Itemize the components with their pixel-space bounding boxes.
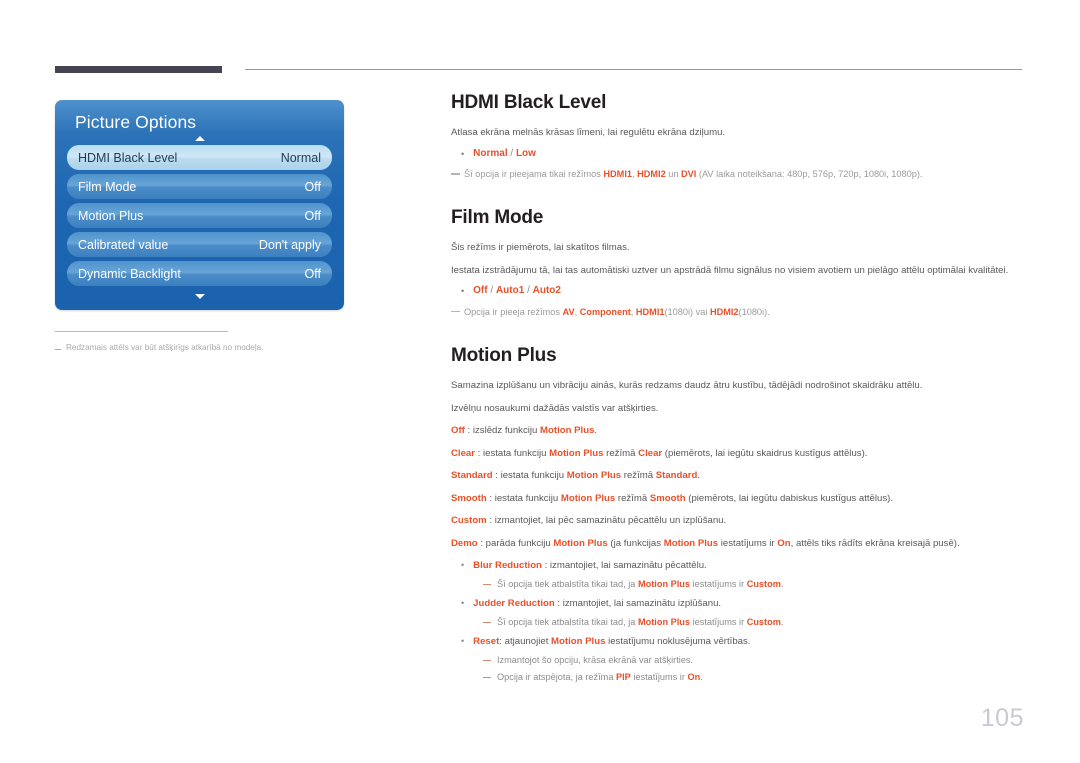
option-list: Normal / Low bbox=[473, 148, 536, 162]
dash-icon bbox=[483, 659, 491, 662]
bullet-dot-icon: • bbox=[461, 148, 465, 159]
option-separator: / bbox=[507, 147, 516, 159]
osd-item-label: Film Mode bbox=[78, 179, 137, 194]
section-title-film-mode: Film Mode bbox=[451, 207, 544, 229]
osd-panel-title: Picture Options bbox=[75, 112, 197, 132]
dash-icon bbox=[55, 349, 61, 350]
footnote-divider bbox=[55, 331, 228, 332]
triangle-down-icon[interactable] bbox=[194, 294, 205, 299]
osd-item-value: Off bbox=[304, 179, 321, 194]
hdmi-black-level-note: Šī opcija ir pieejama tikai režīmos HDMI… bbox=[451, 167, 1023, 181]
osd-item-label: Motion Plus bbox=[78, 208, 144, 223]
dash-icon bbox=[483, 676, 491, 678]
film-mode-description-1: Šis režīms ir piemērots, lai skatītos fi… bbox=[451, 242, 630, 254]
osd-item-value: Don't apply bbox=[258, 237, 321, 252]
osd-menu-list: HDMI Black Level Normal Film Mode Off Mo… bbox=[67, 145, 332, 290]
motion-plus-subitem-reset: • Reset: atjaunojiet Motion Plus iestatī… bbox=[461, 634, 1023, 649]
motion-plus-def-custom: Custom : izmantojiet, lai pēc samazinātu… bbox=[451, 515, 727, 527]
osd-item-value: Off bbox=[304, 266, 321, 281]
note-text: Šī opcija tiek atbalstīta tikai tad, ja … bbox=[497, 578, 784, 589]
dash-icon bbox=[451, 310, 460, 313]
reset-note-2: Opcija ir atspējota, ja režīma PIP iesta… bbox=[483, 670, 1023, 685]
option-list: Off / Auto1 / Auto2 bbox=[473, 285, 561, 297]
bullet-dot-icon: • bbox=[461, 598, 465, 609]
page-number: 105 bbox=[980, 704, 1024, 732]
motion-plus-description-1: Samazina izplūšanu un vibrāciju ainās, k… bbox=[451, 380, 923, 392]
motion-plus-def-demo: Demo : parāda funkciju Motion Plus (ja f… bbox=[451, 537, 960, 549]
osd-item-calibrated-value[interactable]: Calibrated value Don't apply bbox=[67, 232, 332, 257]
note-text: Opcija ir atspējota, ja režīma PIP iesta… bbox=[497, 671, 703, 682]
bullet-dot-icon: • bbox=[461, 286, 465, 297]
motion-plus-subitem-judder-reduction: • Judder Reduction : izmantojiet, lai sa… bbox=[461, 596, 1023, 611]
option-normal: Normal bbox=[473, 147, 508, 159]
option-off: Off bbox=[473, 285, 488, 297]
subitem-text: Blur Reduction : izmantojiet, lai samazi… bbox=[473, 560, 707, 572]
osd-item-label: Calibrated value bbox=[78, 237, 169, 252]
osd-picture-options-panel: Picture Options HDMI Black Level Normal … bbox=[55, 100, 344, 310]
osd-item-value: Normal bbox=[280, 150, 321, 165]
motion-plus-subitem-blur-reduction: • Blur Reduction : izmantojiet, lai sama… bbox=[461, 558, 1023, 573]
osd-item-label: HDMI Black Level bbox=[78, 150, 178, 165]
motion-plus-def-smooth: Smooth : iestata funkciju Motion Plus re… bbox=[451, 492, 894, 504]
osd-item-value: Off bbox=[304, 208, 321, 223]
osd-item-film-mode[interactable]: Film Mode Off bbox=[67, 174, 332, 199]
hdmi-black-level-description: Atlasa ekrāna melnās krāsas līmeni, lai … bbox=[451, 127, 726, 138]
film-mode-description-2: Iestata izstrādājumu tā, lai tas automāt… bbox=[451, 264, 1009, 276]
osd-item-hdmi-black-level[interactable]: HDMI Black Level Normal bbox=[67, 145, 332, 170]
reset-note-1: Izmantojot šo opciju, krāsa ekrānā var a… bbox=[483, 653, 1023, 668]
option-low: Low bbox=[515, 147, 536, 159]
note-text: Izmantojot šo opciju, krāsa ekrānā var a… bbox=[497, 654, 694, 665]
content-column: HDMI Black Level Atlasa ekrāna melnās kr… bbox=[451, 92, 1023, 686]
note-text: Opcija ir pieeja režīmos AV, Component, … bbox=[464, 306, 770, 317]
note-text: Šī opcija ir pieejama tikai režīmos HDMI… bbox=[464, 169, 923, 180]
dash-icon bbox=[451, 173, 460, 175]
dash-icon bbox=[483, 583, 491, 586]
osd-footnote-text: Redzamais attēls var būt atšķirīgs atkar… bbox=[66, 343, 264, 352]
motion-plus-def-clear: Clear : iestata funkciju Motion Plus rež… bbox=[451, 447, 868, 459]
motion-plus-description-2: Izvēlņu nosaukumi dažādās valstīs var at… bbox=[451, 402, 659, 414]
triangle-up-icon[interactable] bbox=[194, 136, 205, 141]
osd-item-dynamic-backlight[interactable]: Dynamic Backlight Off bbox=[67, 261, 332, 286]
option-auto2: Auto2 bbox=[532, 285, 561, 297]
osd-footnote: Redzamais attēls var būt atšķirīgs atkar… bbox=[55, 343, 385, 352]
section-title-hdmi-black-level: HDMI Black Level bbox=[451, 92, 607, 113]
osd-item-label: Dynamic Backlight bbox=[78, 266, 181, 281]
manual-page: Picture Options HDMI Black Level Normal … bbox=[0, 0, 1080, 763]
film-mode-options: • Off / Auto1 / Auto2 bbox=[461, 285, 1023, 299]
dash-icon bbox=[483, 621, 491, 624]
header-rule-line bbox=[245, 69, 1022, 70]
bullet-dot-icon: • bbox=[461, 636, 465, 647]
judder-reduction-note: Šī opcija tiek atbalstīta tikai tad, ja … bbox=[483, 615, 1023, 630]
film-mode-note: Opcija ir pieeja režīmos AV, Component, … bbox=[451, 305, 1023, 319]
section-title-motion-plus: Motion Plus bbox=[451, 345, 557, 367]
motion-plus-definition-list: Off : izslēdz funkciju Motion Plus. Clea… bbox=[451, 423, 1023, 551]
header-accent-bar bbox=[55, 66, 222, 73]
subitem-text: Reset: atjaunojiet Motion Plus iestatīju… bbox=[473, 636, 751, 648]
note-text: Šī opcija tiek atbalstīta tikai tad, ja … bbox=[497, 616, 784, 627]
subitem-text: Judder Reduction : izmantojiet, lai sama… bbox=[473, 598, 722, 610]
motion-plus-def-off: Off : izslēdz funkciju Motion Plus. bbox=[451, 425, 598, 437]
motion-plus-def-standard: Standard : iestata funkciju Motion Plus … bbox=[451, 470, 700, 482]
bullet-dot-icon: • bbox=[461, 560, 465, 571]
option-auto1: Auto1 bbox=[495, 285, 525, 297]
osd-item-motion-plus[interactable]: Motion Plus Off bbox=[67, 203, 332, 228]
blur-reduction-note: Šī opcija tiek atbalstīta tikai tad, ja … bbox=[483, 577, 1023, 592]
hdmi-black-level-options: • Normal / Low bbox=[461, 148, 1023, 162]
